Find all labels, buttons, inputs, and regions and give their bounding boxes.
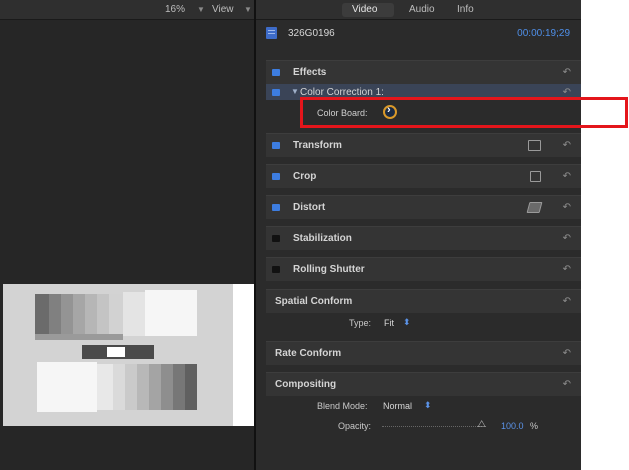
test-chart-image <box>3 284 233 426</box>
crop-section-header[interactable]: Crop ↶ <box>266 164 581 188</box>
compositing-reset-icon[interactable]: ↶ <box>563 379 571 390</box>
compositing-title: Compositing <box>275 379 337 390</box>
type-label: Type: <box>349 318 372 328</box>
clip-name: 326G0196 <box>288 28 335 39</box>
clip-timecode: 00:00:19;29 <box>517 28 570 39</box>
crop-enable-checkbox[interactable] <box>272 173 280 180</box>
effects-section-title: Effects <box>293 67 327 78</box>
distort-section-title: Distort <box>293 202 326 213</box>
type-popup[interactable]: Fit <box>384 318 394 328</box>
stabilization-reset-icon[interactable]: ↶ <box>563 233 571 244</box>
blend-mode-label: Blend Mode: <box>317 401 368 411</box>
stabilization-section-title: Stabilization <box>293 233 352 244</box>
stabilization-enable-checkbox[interactable] <box>272 235 280 242</box>
spatial-conform-reset-icon[interactable]: ↶ <box>563 296 571 307</box>
frame-border <box>233 284 254 426</box>
crop-icon[interactable] <box>530 171 541 182</box>
film-clip-icon <box>266 27 277 39</box>
rate-conform-section-header[interactable]: Rate Conform ↶ <box>266 341 581 365</box>
rolling-shutter-enable-checkbox[interactable] <box>272 266 280 273</box>
rolling-shutter-section-title: Rolling Shutter <box>293 264 365 275</box>
opacity-label: Opacity: <box>338 421 372 431</box>
distort-enable-checkbox[interactable] <box>272 204 280 211</box>
rate-conform-reset-icon[interactable]: ↶ <box>563 348 571 359</box>
spatial-conform-title: Spatial Conform <box>275 296 353 307</box>
crop-reset-icon[interactable]: ↶ <box>563 171 571 182</box>
zoom-level-menu[interactable]: 16% <box>165 4 185 15</box>
transform-reset-icon[interactable]: ↶ <box>563 140 571 151</box>
clip-header: 326G0196 00:00:19;29 <box>256 20 581 46</box>
opacity-value-field[interactable]: 100.0 <box>501 421 524 431</box>
view-menu[interactable]: View <box>212 4 234 15</box>
disclosure-triangle-icon[interactable]: ▼ <box>291 87 299 96</box>
tab-info[interactable]: Info <box>457 4 474 15</box>
tab-audio[interactable]: Audio <box>409 4 435 15</box>
spatial-conform-section-header[interactable]: Spatial Conform ↶ <box>266 289 581 313</box>
blend-mode-row: Blend Mode: Normal ⬍ <box>266 396 581 416</box>
transform-section-header[interactable]: Transform ↶ <box>266 133 581 157</box>
inspector-tabs: Video Audio Info <box>256 0 581 20</box>
effects-section-header[interactable]: Effects ↶ <box>266 60 581 84</box>
distort-icon[interactable] <box>526 202 543 213</box>
blend-mode-stepper-icon[interactable]: ⬍ <box>424 400 432 411</box>
inspector-panel: Video Audio Info 326G0196 00:00:19;29 Ef… <box>256 0 581 470</box>
effects-enable-checkbox[interactable] <box>272 69 280 76</box>
opacity-slider-knob[interactable]: ⧍ <box>477 419 486 430</box>
distort-reset-icon[interactable]: ↶ <box>563 202 571 213</box>
viewer-panel: 16% ▼ View ▼ <box>0 0 254 470</box>
viewer-toolbar: 16% ▼ View ▼ <box>0 0 254 20</box>
type-stepper-icon[interactable]: ⬍ <box>403 317 411 328</box>
rolling-shutter-section-header[interactable]: Rolling Shutter ↶ <box>266 257 581 281</box>
distort-section-header[interactable]: Distort ↶ <box>266 195 581 219</box>
transform-section-title: Transform <box>293 140 342 151</box>
opacity-row: Opacity: ⧍ 100.0 % <box>266 416 581 436</box>
highlight-box <box>300 97 628 128</box>
crop-section-title: Crop <box>293 171 317 182</box>
effects-reset-icon[interactable]: ↶ <box>563 67 571 78</box>
opacity-slider-track[interactable] <box>382 426 482 427</box>
compositing-section-header[interactable]: Compositing ↶ <box>266 372 581 396</box>
color-correction-enable-checkbox[interactable] <box>272 89 280 96</box>
blend-mode-popup[interactable]: Normal <box>383 401 412 411</box>
transform-enable-checkbox[interactable] <box>272 142 280 149</box>
spatial-conform-type-row: Type: Fit ⬍ <box>266 313 581 333</box>
transform-icon[interactable] <box>528 140 541 151</box>
opacity-unit: % <box>530 421 539 431</box>
tab-video[interactable]: Video <box>352 4 377 15</box>
rolling-shutter-reset-icon[interactable]: ↶ <box>563 264 571 275</box>
zoom-chevron-down-icon[interactable]: ▼ <box>197 5 205 14</box>
view-chevron-down-icon[interactable]: ▼ <box>244 5 252 14</box>
viewer-frame-image <box>3 284 254 426</box>
rate-conform-title: Rate Conform <box>275 348 342 359</box>
stabilization-section-header[interactable]: Stabilization ↶ <box>266 226 581 250</box>
